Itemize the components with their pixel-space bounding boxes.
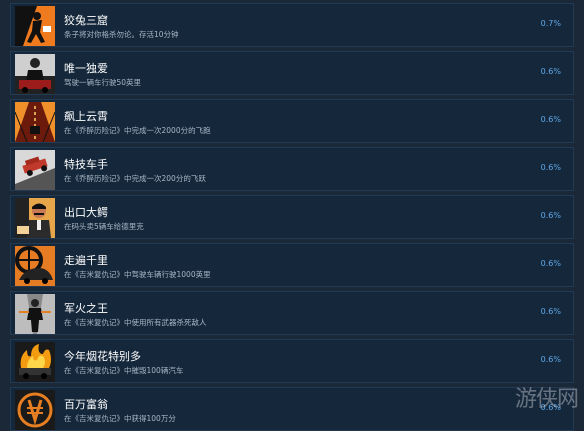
achievement-description: 在《乔醉历险记》中完成一次2000分的飞跑 bbox=[64, 126, 211, 135]
car-driver-icon bbox=[15, 54, 55, 94]
highway-speed-icon bbox=[15, 102, 55, 142]
achievement-row[interactable]: 出口大鳄 在码头卖5辆车给德里克 0.6% bbox=[10, 195, 574, 239]
achievement-description: 在《吉米复仇记》中驾驶车辆行驶1000英里 bbox=[64, 270, 211, 279]
achievement-description: 在《吉米复仇记》中使用所有武器杀死敌人 bbox=[64, 318, 207, 327]
achievement-title: 出口大鳄 bbox=[64, 206, 108, 219]
achievement-title: 特技车手 bbox=[64, 158, 108, 171]
achievement-row[interactable]: 飙上云霄 在《乔醉历险记》中完成一次2000分的飞跑 0.6% bbox=[10, 99, 574, 143]
site-watermark: 游侠网 bbox=[514, 387, 579, 412]
wheel-car-icon bbox=[15, 246, 55, 286]
achievement-description: 条子将对你格杀勿论。存活10分钟 bbox=[64, 30, 179, 39]
unlock-percentage: 0.6% bbox=[540, 115, 561, 124]
burning-car-icon bbox=[15, 342, 55, 382]
gunman-icon bbox=[15, 294, 55, 334]
achievement-description: 在码头卖5辆车给德里克 bbox=[64, 222, 144, 231]
achievement-title: 狡兔三窟 bbox=[64, 14, 108, 27]
unlock-percentage: 0.6% bbox=[540, 355, 561, 364]
achievement-title: 今年烟花特别多 bbox=[64, 350, 141, 363]
achievement-row[interactable]: 今年烟花特别多 在《吉米复仇记》中摧毁100辆汽车 0.6% bbox=[10, 339, 574, 383]
achievement-title: 唯一独爱 bbox=[64, 62, 108, 75]
achievement-row[interactable]: 走遍千里 在《吉米复仇记》中驾驶车辆行驶1000英里 0.6% bbox=[10, 243, 574, 287]
achievement-row[interactable]: 百万富翁 在《吉米复仇记》中获得100万分 0.6% bbox=[10, 387, 574, 431]
car-dealer-icon bbox=[15, 198, 55, 238]
achievement-description: 驾驶一辆车行驶50英里 bbox=[64, 78, 142, 87]
unlock-percentage: 0.6% bbox=[540, 211, 561, 220]
achievement-row[interactable]: 特技车手 在《乔醉历险记》中完成一次200分的飞跃 0.6% bbox=[10, 147, 574, 191]
achievement-row[interactable]: 唯一独爱 驾驶一辆车行驶50英里 0.6% bbox=[10, 51, 574, 95]
unlock-percentage: 0.6% bbox=[540, 67, 561, 76]
money-emblem-icon bbox=[15, 390, 55, 430]
achievement-row[interactable]: 军火之王 在《吉米复仇记》中使用所有武器杀死敌人 0.6% bbox=[10, 291, 574, 335]
thief-silhouette-icon bbox=[15, 6, 55, 46]
achievement-title: 军火之王 bbox=[64, 302, 108, 315]
unlock-percentage: 0.6% bbox=[540, 259, 561, 268]
achievement-title: 飙上云霄 bbox=[64, 110, 108, 123]
achievement-row[interactable]: 狡兔三窟 条子将对你格杀勿论。存活10分钟 0.7% bbox=[10, 3, 574, 47]
unlock-percentage: 0.7% bbox=[540, 19, 561, 28]
achievement-title: 百万富翁 bbox=[64, 398, 108, 411]
stunt-car-icon bbox=[15, 150, 55, 190]
achievement-title: 走遍千里 bbox=[64, 254, 108, 267]
achievement-description: 在《吉米复仇记》中摧毁100辆汽车 bbox=[64, 366, 184, 375]
unlock-percentage: 0.6% bbox=[540, 307, 561, 316]
achievement-description: 在《乔醉历险记》中完成一次200分的飞跃 bbox=[64, 174, 206, 183]
unlock-percentage: 0.6% bbox=[540, 163, 561, 172]
achievement-description: 在《吉米复仇记》中获得100万分 bbox=[64, 414, 176, 423]
